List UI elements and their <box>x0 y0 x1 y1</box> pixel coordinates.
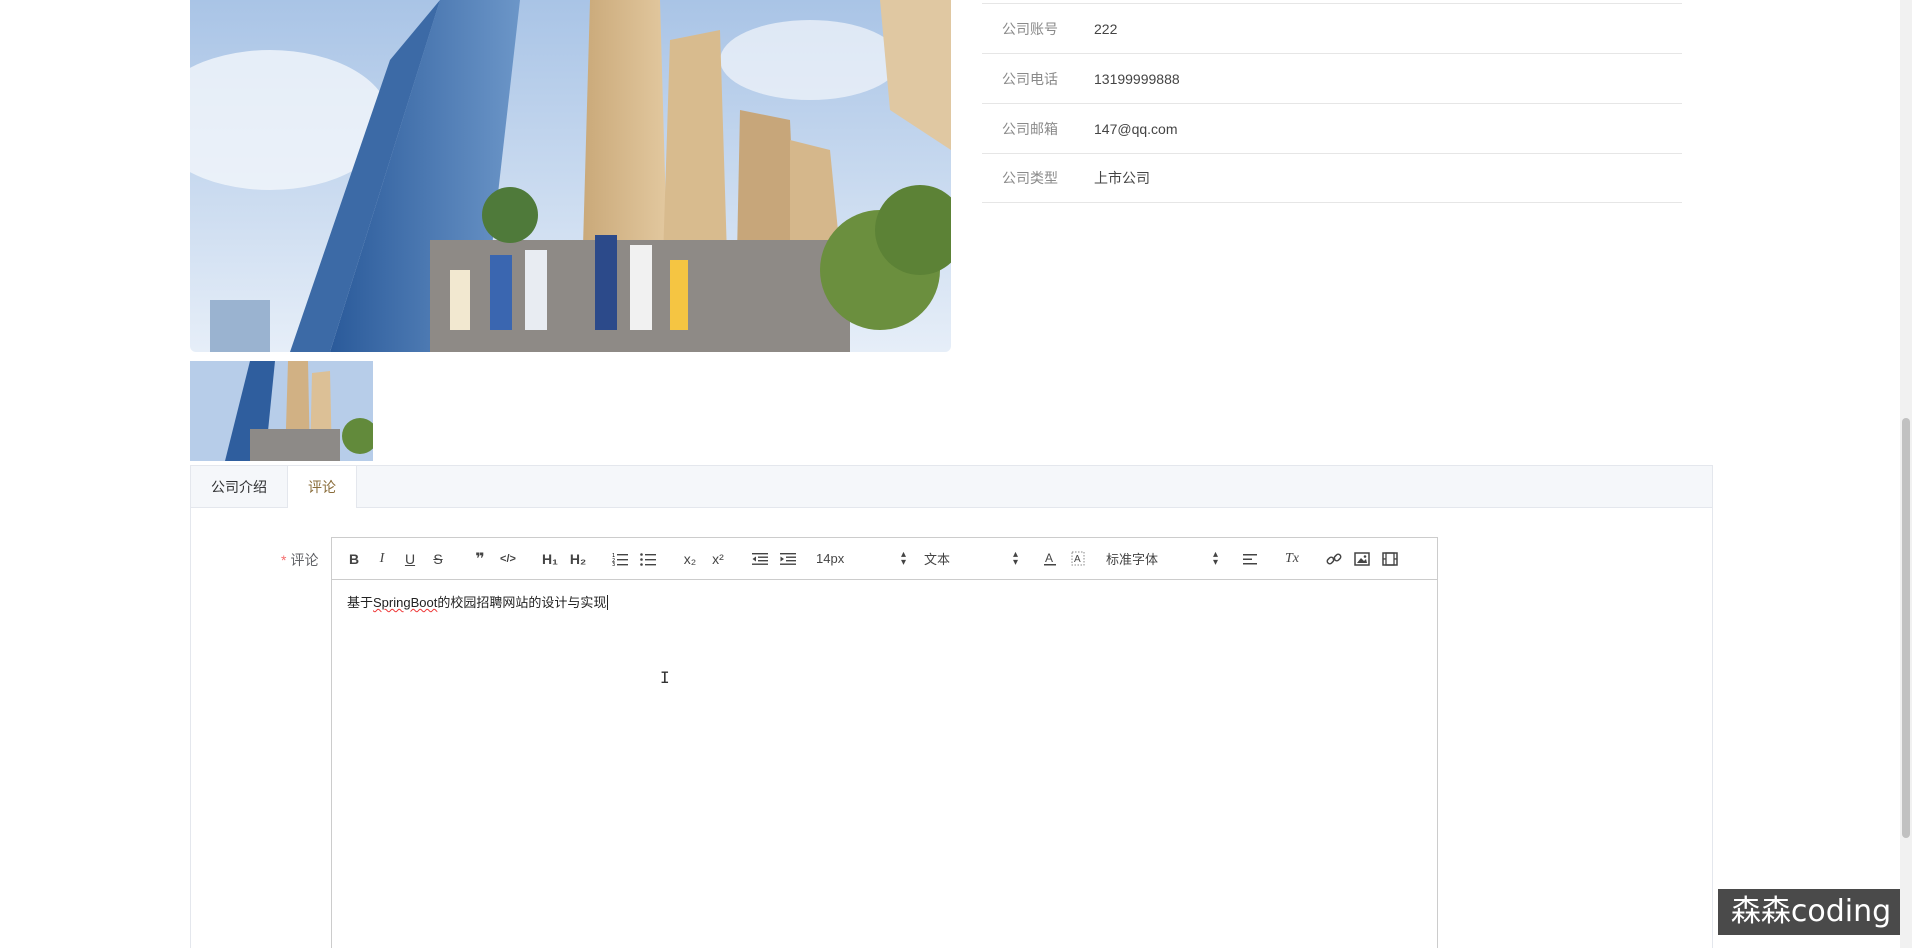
company-photo-main <box>190 0 951 352</box>
info-value: 13199999888 <box>1094 70 1180 87</box>
blockquote-button[interactable]: ❞ <box>466 547 494 571</box>
background-color-icon[interactable]: A <box>1064 547 1092 571</box>
video-icon[interactable] <box>1376 547 1404 571</box>
indent-icon[interactable] <box>774 547 802 571</box>
font-size-value: 14px <box>816 551 845 566</box>
watermark: 森森coding <box>1718 889 1904 935</box>
page: 公司账号 222 公司电话 13199999888 公司邮箱 147@qq.co… <box>0 0 1912 948</box>
font-family-value: 标准字体 <box>1106 552 1159 567</box>
required-mark: * <box>281 552 287 568</box>
info-row-account: 公司账号 222 <box>982 3 1682 53</box>
ibeam-cursor-icon: I <box>660 668 670 687</box>
bullet-list-icon[interactable] <box>634 547 662 571</box>
heading2-button[interactable]: H₂ <box>564 547 592 571</box>
align-icon[interactable] <box>1236 547 1264 571</box>
content-text-suffix: 的校园招聘网站的设计与实现 <box>437 595 607 610</box>
clear-format-button[interactable]: Tx <box>1278 547 1306 571</box>
tab-company-intro[interactable]: 公司介绍 <box>191 466 287 508</box>
select-arrows-icon: ▴ ▾ <box>900 548 906 568</box>
font-size-select[interactable]: 14px ▴ ▾ <box>802 547 910 571</box>
superscript-button[interactable]: x² <box>704 547 732 571</box>
info-label: 公司类型 <box>1002 170 1058 186</box>
info-label: 公司账号 <box>1002 20 1058 37</box>
content-text-prefix: 基于 <box>347 595 374 610</box>
content-text-spellchecked: SpringBoot <box>373 595 438 610</box>
header-select[interactable]: 文本 ▴ ▾ <box>910 547 1022 571</box>
header-value: 文本 <box>924 552 951 567</box>
svg-text:3: 3 <box>612 562 615 566</box>
page-scrollbar[interactable] <box>1900 0 1912 948</box>
company-photo-thumbnail[interactable] <box>190 361 373 461</box>
strikethrough-button[interactable]: S <box>424 547 452 571</box>
ordered-list-icon[interactable]: 123 <box>606 547 634 571</box>
outdent-icon[interactable] <box>746 547 774 571</box>
info-label: 公司邮箱 <box>1002 120 1058 137</box>
subscript-button[interactable]: x₂ <box>676 547 704 571</box>
link-icon[interactable] <box>1320 547 1348 571</box>
svg-text:A: A <box>1045 551 1053 565</box>
info-value: 上市公司 <box>1094 170 1150 186</box>
rich-text-editor: B I U S ❞ </> H₁ H₂ 123 x₂ x² 14px ▴ ▾ 文… <box>331 537 1438 948</box>
image-icon[interactable] <box>1348 547 1376 571</box>
underline-button[interactable]: U <box>396 547 424 571</box>
select-arrows-icon: ▴ ▾ <box>1212 548 1218 568</box>
info-row-type: 公司类型 上市公司 <box>982 153 1682 203</box>
scrollbar-thumb[interactable] <box>1902 418 1910 838</box>
comment-label: * 评论 <box>281 550 318 570</box>
editor-content[interactable]: 基于SpringBoot的校园招聘网站的设计与实现 I <box>332 580 1437 948</box>
comment-label-text: 评论 <box>290 552 319 568</box>
editor-toolbar: B I U S ❞ </> H₁ H₂ 123 x₂ x² 14px ▴ ▾ 文… <box>332 538 1437 580</box>
bold-button[interactable]: B <box>340 547 368 571</box>
info-row-phone: 公司电话 13199999888 <box>982 53 1682 103</box>
svg-text:A: A <box>1074 554 1081 565</box>
text-color-icon[interactable]: A <box>1036 547 1064 571</box>
info-label: 公司电话 <box>1002 70 1058 87</box>
tab-bar: 公司介绍 评论 <box>191 466 1712 508</box>
info-row-email: 公司邮箱 147@qq.com <box>982 103 1682 153</box>
select-arrows-icon: ▴ ▾ <box>1012 548 1018 568</box>
text-caret <box>607 595 609 610</box>
tabs-panel: 公司介绍 评论 * 评论 B I U S ❞ </> H₁ H₂ 123 x₂ … <box>190 465 1713 948</box>
heading1-button[interactable]: H₁ <box>536 547 564 571</box>
italic-button[interactable]: I <box>368 547 396 571</box>
font-family-select[interactable]: 标准字体 ▴ ▾ <box>1092 547 1222 571</box>
code-block-button[interactable]: </> <box>494 547 522 571</box>
info-value: 147@qq.com <box>1094 120 1178 137</box>
info-value: 222 <box>1094 20 1118 37</box>
company-info-table: 公司账号 222 公司电话 13199999888 公司邮箱 147@qq.co… <box>982 3 1682 203</box>
tab-comments[interactable]: 评论 <box>287 466 357 508</box>
